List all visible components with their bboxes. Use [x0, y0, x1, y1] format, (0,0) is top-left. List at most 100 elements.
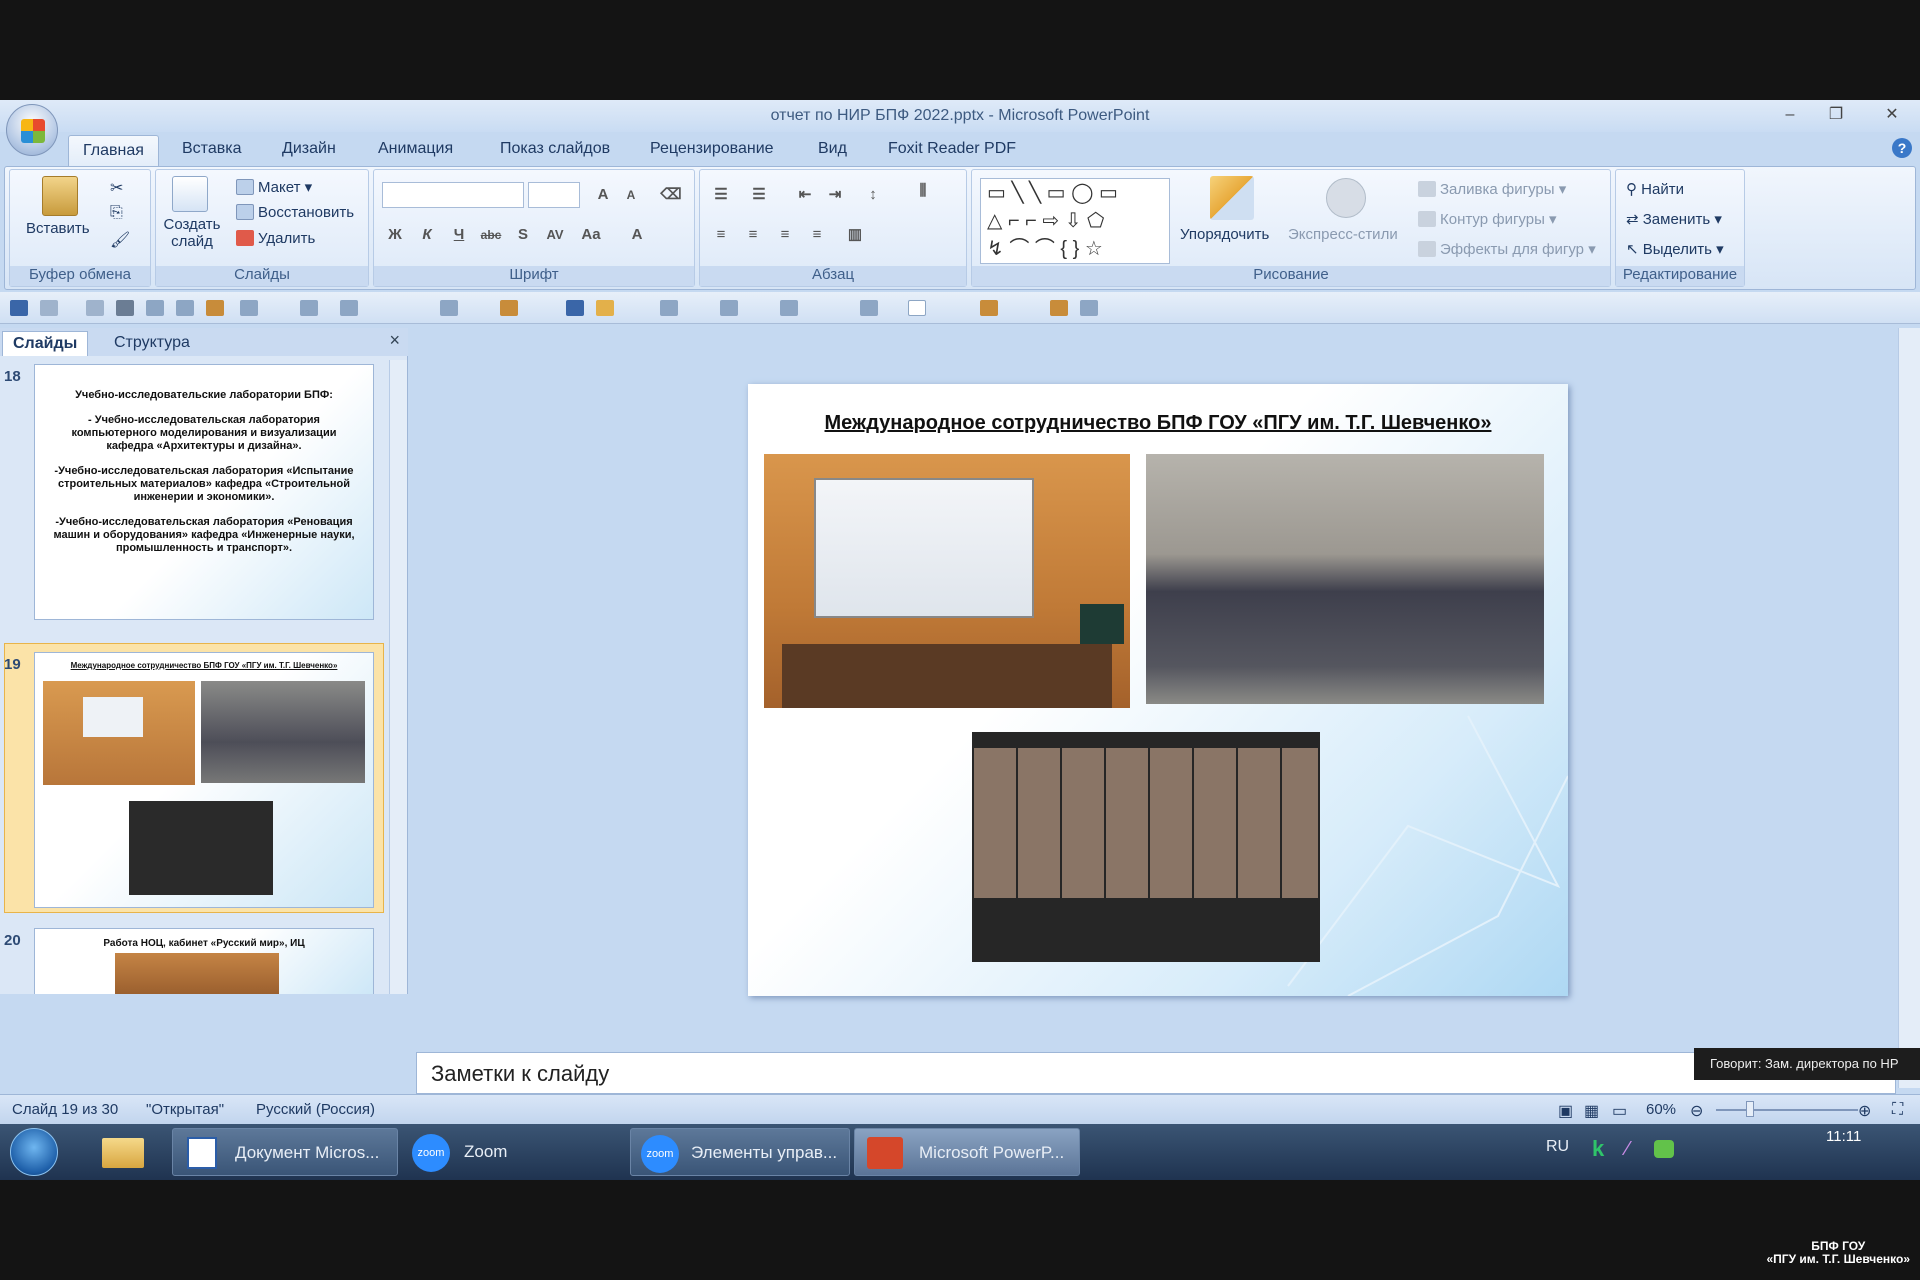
- delete-slide-button[interactable]: Удалить: [236, 230, 315, 247]
- justify-icon[interactable]: ≡: [804, 222, 830, 248]
- redo-icon[interactable]: [86, 300, 104, 316]
- new-slide-button[interactable]: Создать слайд: [162, 216, 222, 250]
- macro-icon[interactable]: [1050, 300, 1068, 316]
- taskbar-zoom[interactable]: zoom Zoom: [402, 1128, 626, 1176]
- zoom-call-photo[interactable]: [972, 732, 1320, 962]
- bullets-icon[interactable]: ☰: [708, 182, 734, 208]
- customize-icon[interactable]: [1080, 300, 1098, 316]
- help-icon[interactable]: ?: [1892, 138, 1912, 158]
- current-slide[interactable]: Международное сотрудничество БПФ ГОУ «ПГ…: [748, 384, 1568, 996]
- numbering-icon[interactable]: ☰: [746, 182, 772, 208]
- spelling-icon[interactable]: [176, 300, 194, 316]
- find-button[interactable]: ⚲ Найти: [1626, 180, 1684, 198]
- thumbs-scrollbar[interactable]: [389, 360, 407, 994]
- copy-icon[interactable]: ⎘: [110, 204, 123, 222]
- zoom-slider[interactable]: [1716, 1109, 1858, 1111]
- slide-thumb-18[interactable]: Учебно-исследовательские лаборатории БПФ…: [34, 364, 374, 620]
- line-spacing-icon[interactable]: ↕: [860, 182, 886, 208]
- minimize-button[interactable]: –: [1776, 104, 1804, 126]
- chart-icon[interactable]: [500, 300, 518, 316]
- quick-styles-button[interactable]: Экспресс-стили: [1288, 226, 1398, 243]
- slide-scrollbar[interactable]: [1898, 328, 1920, 1088]
- tab-insert[interactable]: Вставка: [176, 140, 247, 158]
- arrange-button[interactable]: Упорядочить: [1180, 226, 1269, 243]
- clear-format-icon[interactable]: ⌫: [658, 182, 684, 208]
- shape-icon[interactable]: [300, 300, 318, 316]
- tab-outline[interactable]: Структура: [104, 331, 200, 356]
- sorter-view-icon[interactable]: ▦: [1584, 1101, 1599, 1121]
- zoom-icon[interactable]: [780, 300, 798, 316]
- table-icon[interactable]: [240, 300, 258, 316]
- slideshow-view-icon[interactable]: ▭: [1612, 1101, 1627, 1121]
- zoom-level[interactable]: 60%: [1646, 1101, 1676, 1118]
- textbox-icon[interactable]: [440, 300, 458, 316]
- align-left-icon[interactable]: ≡: [708, 222, 734, 248]
- tab-review[interactable]: Рецензирование: [644, 140, 780, 158]
- shape-outline-button[interactable]: Контур фигуры ▾: [1418, 210, 1557, 228]
- tab-foxit[interactable]: Foxit Reader PDF: [882, 140, 1022, 158]
- font-name-select[interactable]: [382, 182, 524, 208]
- cut-icon[interactable]: ✂: [110, 178, 123, 198]
- slide-thumb-19[interactable]: Международное сотрудничество БПФ ГОУ «ПГ…: [34, 652, 374, 908]
- align-icon[interactable]: [660, 300, 678, 316]
- tab-design[interactable]: Дизайн: [276, 140, 342, 158]
- normal-view-icon[interactable]: ▣: [1558, 1101, 1573, 1121]
- close-pane-icon[interactable]: ×: [389, 330, 400, 351]
- font-color-button[interactable]: A: [624, 222, 650, 248]
- replace-button[interactable]: ⇄ Заменить ▾: [1626, 210, 1722, 228]
- undo-icon[interactable]: [40, 300, 58, 316]
- tab-slides[interactable]: Слайды: [2, 331, 89, 356]
- change-case-button[interactable]: Aa: [578, 222, 604, 248]
- text-direction-icon[interactable]: ⫼: [910, 178, 936, 204]
- tab-animation[interactable]: Анимация: [372, 140, 459, 158]
- grow-font-icon[interactable]: A: [590, 182, 616, 208]
- office-button[interactable]: [6, 104, 58, 156]
- language-indicator[interactable]: Русский (Россия): [256, 1101, 375, 1118]
- increase-indent-icon[interactable]: ⇥: [822, 182, 848, 208]
- tab-view[interactable]: Вид: [812, 140, 853, 158]
- reset-button[interactable]: Восстановить: [236, 204, 354, 221]
- taskbar-powerpoint[interactable]: Microsoft PowerP...: [854, 1128, 1080, 1176]
- tab-home[interactable]: Главная: [68, 135, 159, 166]
- align-center-icon[interactable]: ≡: [740, 222, 766, 248]
- format-painter-icon[interactable]: 🖌: [110, 230, 130, 250]
- print-icon[interactable]: [116, 300, 134, 316]
- underline-button[interactable]: Ч: [446, 222, 472, 248]
- close-button[interactable]: ✕: [1878, 104, 1906, 126]
- italic-button[interactable]: К: [414, 222, 440, 248]
- shadow-button[interactable]: S: [510, 222, 536, 248]
- char-spacing-button[interactable]: AV: [542, 222, 568, 248]
- notes-placeholder[interactable]: Заметки к слайду: [431, 1061, 609, 1087]
- layer-icon[interactable]: [720, 300, 738, 316]
- paste-special-icon[interactable]: [980, 300, 998, 316]
- notes-pane[interactable]: Заметки к слайду: [416, 1052, 1896, 1094]
- restore-button[interactable]: ❐: [1822, 104, 1850, 126]
- group-photo[interactable]: [1146, 454, 1544, 704]
- tray-pen-icon[interactable]: ⁄: [1626, 1138, 1629, 1161]
- shapes-gallery[interactable]: ▭ ╲ ╲ ▭ ◯ ▭ △ ⌐ ⌐ ⇨ ⇩ ⬠ ↯ ⌒ ⌒ { } ☆: [980, 178, 1170, 264]
- decrease-indent-icon[interactable]: ⇤: [792, 182, 818, 208]
- clock[interactable]: 11:11: [1826, 1128, 1861, 1145]
- zoom-in-icon[interactable]: ⊕: [1858, 1101, 1871, 1121]
- preview-icon[interactable]: [146, 300, 164, 316]
- align-right-icon[interactable]: ≡: [772, 222, 798, 248]
- open-icon[interactable]: [596, 300, 614, 316]
- taskbar-word[interactable]: Документ Micros...: [172, 1128, 398, 1176]
- tray-chat-icon[interactable]: [1654, 1140, 1674, 1158]
- bold-button[interactable]: Ж: [382, 222, 408, 248]
- slide-icon[interactable]: [860, 300, 878, 316]
- select-button[interactable]: ↖ Выделить ▾: [1626, 240, 1724, 258]
- strikethrough-button[interactable]: abc: [478, 222, 504, 248]
- paste-button[interactable]: Вставить: [26, 220, 90, 237]
- start-button[interactable]: [10, 1128, 58, 1176]
- input-language[interactable]: RU: [1546, 1138, 1569, 1156]
- shape-effects-button[interactable]: Эффекты для фигур ▾: [1418, 240, 1596, 258]
- shape-fill-button[interactable]: Заливка фигуры ▾: [1418, 180, 1566, 198]
- zoom-slider-thumb[interactable]: [1746, 1101, 1754, 1117]
- taskbar-zoom-controls[interactable]: zoom Элементы управ...: [630, 1128, 850, 1176]
- columns-icon[interactable]: ▥: [842, 222, 868, 248]
- tray-k-icon[interactable]: k: [1592, 1136, 1604, 1162]
- layout-button[interactable]: Макет ▾: [236, 178, 312, 196]
- save-icon[interactable]: [10, 300, 28, 316]
- tab-slideshow[interactable]: Показ слайдов: [494, 140, 616, 158]
